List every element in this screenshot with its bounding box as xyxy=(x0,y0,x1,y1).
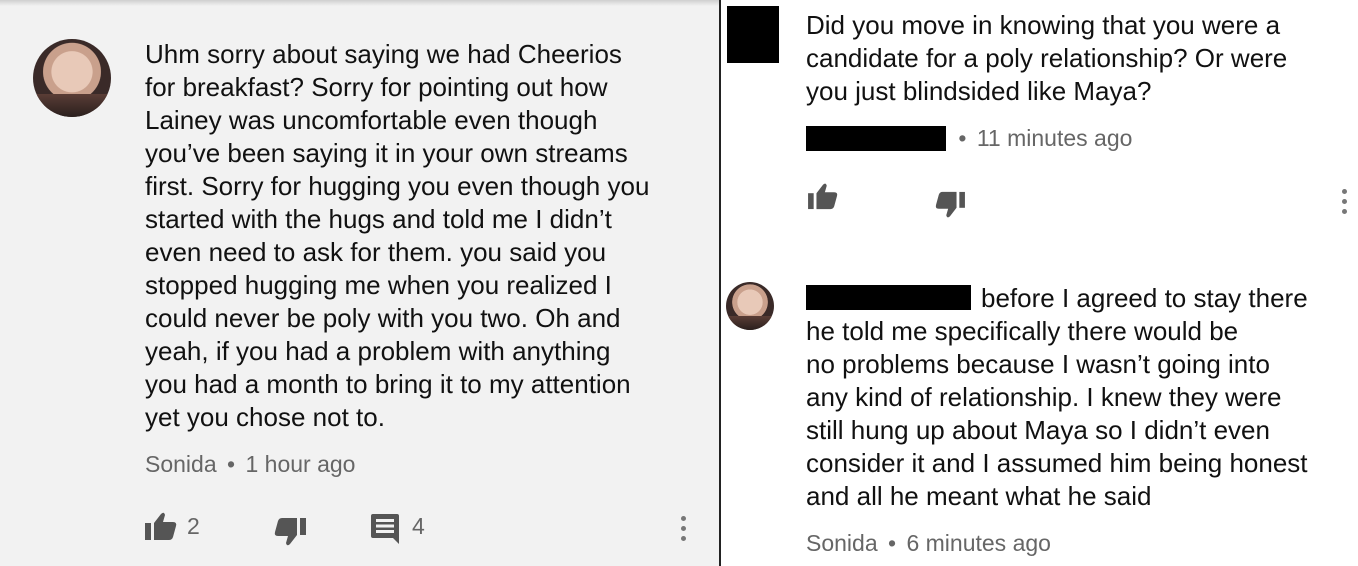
more-vert-icon[interactable] xyxy=(1342,189,1348,219)
more-vert-icon[interactable] xyxy=(681,516,687,546)
comment-timestamp: 11 minutes ago xyxy=(976,125,1133,151)
meta-separator: • xyxy=(227,451,236,477)
like-count: 2 xyxy=(187,513,200,539)
comment-text: Uhm sorry about saying we had Cheerios f… xyxy=(145,39,650,432)
avatar[interactable] xyxy=(33,39,111,117)
left-comment-panel: Uhm sorry about saying we had Cheerios f… xyxy=(0,0,719,566)
author-name[interactable]: Sonida xyxy=(806,530,878,556)
thumbs-up-icon[interactable] xyxy=(808,182,838,210)
redacted-avatar xyxy=(727,6,779,63)
comment-meta: Sonida • 6 minutes ago xyxy=(806,530,1051,557)
right-comment-panel: Did you move in knowing that you were a … xyxy=(721,0,1358,566)
thumbs-down-icon[interactable] xyxy=(274,517,306,547)
comment-meta: • 11 minutes ago xyxy=(806,125,1132,152)
author-name[interactable]: Sonida xyxy=(145,451,217,477)
comment-text: Did you move in knowing that you were a … xyxy=(806,10,1288,106)
comment-icon[interactable] xyxy=(371,514,399,544)
comment-timestamp: 6 minutes ago xyxy=(906,530,1051,556)
comment-text: before I agreed to stay there he told me… xyxy=(806,283,1308,511)
thumbs-down-icon[interactable] xyxy=(935,191,965,219)
reply-count: 4 xyxy=(412,513,425,539)
thumbs-up-icon[interactable] xyxy=(145,511,177,541)
meta-separator: • xyxy=(958,125,967,151)
redacted-author xyxy=(806,126,946,151)
avatar[interactable] xyxy=(726,282,774,330)
comment-timestamp: 1 hour ago xyxy=(245,451,356,477)
meta-separator: • xyxy=(888,530,897,556)
comment-meta: Sonida • 1 hour ago xyxy=(145,451,355,478)
